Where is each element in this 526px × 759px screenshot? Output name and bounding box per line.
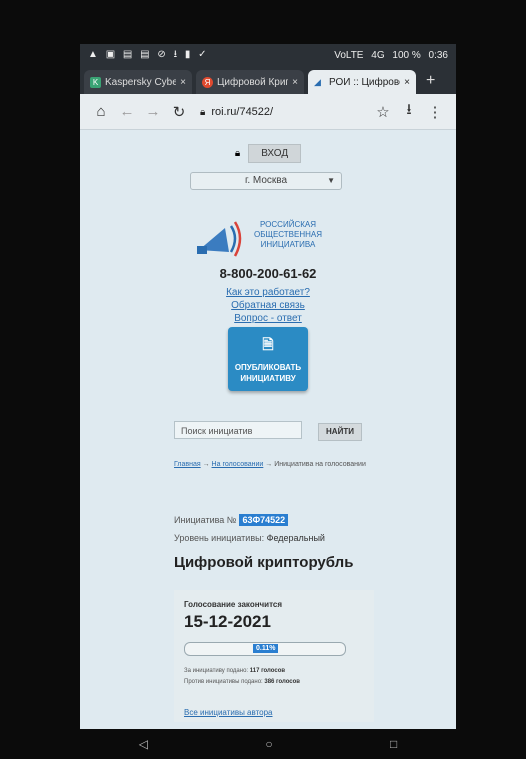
home-icon[interactable]: ⌂ — [88, 103, 114, 120]
logo-text: РОССИЙСКАЯ ОБЩЕСТВЕННАЯ ИНИЦИАТИВА — [253, 220, 323, 249]
close-icon[interactable]: × — [404, 77, 410, 88]
status-right: VoLTE 4G 100 % 0:36 — [329, 50, 448, 61]
network-label: 4G — [371, 49, 385, 61]
status-bar: ▲ ▣ ▤ ▤ ⊘ ⭳ ▮ ✓ VoLTE 4G 100 % 0:36 — [80, 44, 456, 66]
search-input[interactable]: Поиск инициатив — [174, 421, 302, 439]
phone-screen: ▲ ▣ ▤ ▤ ⊘ ⭳ ▮ ✓ VoLTE 4G 100 % 0:36 K Ka… — [80, 44, 456, 729]
notification-icon: ▮ — [184, 48, 191, 60]
votes-against: Против инициативы подано: 386 голосов — [184, 679, 300, 685]
search-button[interactable]: НАЙТИ — [318, 423, 362, 441]
publish-initiative-button[interactable]: 🗎 ОПУБЛИКОВАТЬ ИНИЦИАТИВУ — [228, 327, 308, 391]
address-bar[interactable]: 🔒︎ roi.ru/74522/ — [200, 106, 370, 118]
login-button[interactable]: ВХОД — [248, 144, 302, 163]
volte-badge: VoLTE — [334, 49, 364, 61]
forward-icon[interactable]: → — [140, 103, 166, 120]
tab-roi[interactable]: ◢ РОИ :: Цифрово × — [308, 70, 416, 94]
nav-back-icon[interactable]: ◁ — [139, 737, 148, 751]
tab-title: Kaspersky Cyber — [105, 76, 177, 88]
yandex-icon: Я — [202, 76, 213, 88]
voting-panel: Голосование закончится 15-12-2021 0.11% … — [174, 590, 374, 722]
city-value: г. Москва — [244, 175, 288, 186]
publish-label: ОПУБЛИКОВАТЬ ИНИЦИАТИВУ — [234, 363, 302, 383]
breadcrumb-voting[interactable]: На голосовании — [212, 461, 264, 468]
close-icon[interactable]: × — [292, 77, 298, 88]
kaspersky-icon: K — [90, 76, 101, 88]
votes-for: За инициативу подано: 117 голосов — [184, 668, 286, 674]
login-row: 🔒︎ ВХОД — [80, 144, 456, 163]
breadcrumb-home[interactable]: Главная — [174, 461, 201, 468]
help-links: Как это работает? Обратная связь Вопрос … — [80, 286, 456, 325]
initiative-level: Уровень инициативы: Федеральный — [174, 533, 325, 543]
notification-icon: ▲ — [88, 48, 98, 60]
city-select[interactable]: г. Москва ▼ — [190, 172, 342, 190]
browser-toolbar: ⌂ ← → ↻ 🔒︎ roi.ru/74522/ ☆ ⭳ ⋮ — [80, 94, 456, 130]
voting-ends-label: Голосование закончится — [184, 600, 283, 609]
author-initiatives-link[interactable]: Все инициативы автора — [184, 708, 273, 717]
roi-icon: ◢ — [314, 76, 321, 87]
breadcrumb-current: Инициатива на голосовании — [274, 461, 366, 468]
tab-kaspersky[interactable]: K Kaspersky Cyber × — [84, 70, 192, 94]
breadcrumb: Главная → На голосовании → Инициатива на… — [174, 461, 366, 468]
nav-recents-icon[interactable]: □ — [390, 737, 397, 751]
notification-icon: ▤ — [140, 48, 150, 60]
faq-link[interactable]: Вопрос - ответ — [80, 312, 456, 325]
bookmark-star-icon[interactable]: ☆ — [370, 103, 396, 121]
status-icons: ▲ ▣ ▤ ▤ ⊘ ⭳ ▮ ✓ — [88, 47, 212, 64]
hotline-number: 8-800-200-61-62 — [219, 266, 317, 281]
lock-icon: 🔒︎ — [200, 106, 206, 118]
download-icon[interactable]: ⭳ — [396, 99, 422, 124]
nav-home-icon[interactable]: ○ — [265, 737, 272, 751]
tab-title: РОИ :: Цифрово — [329, 76, 401, 88]
notification-icon: ⭳ — [173, 48, 178, 60]
feedback-link[interactable]: Обратная связь — [80, 299, 456, 312]
document-icon: 🗎 — [262, 336, 274, 352]
battery-label: 100 % — [392, 49, 421, 61]
tab-title: Цифровой Крип — [217, 76, 289, 88]
close-icon[interactable]: × — [180, 77, 186, 88]
new-tab-icon[interactable]: + — [426, 72, 435, 90]
how-it-works-link[interactable]: Как это работает? — [80, 286, 456, 299]
lock-icon: 🔒︎ — [234, 148, 241, 159]
tab-yandex[interactable]: Я Цифровой Крип × — [196, 70, 304, 94]
reload-icon[interactable]: ↻ — [166, 103, 192, 121]
initiative-id: 63Ф74522 — [239, 514, 289, 526]
url-text: roi.ru/74522/ — [211, 105, 274, 118]
notification-icon: ▤ — [122, 48, 133, 60]
clock: 0:36 — [428, 49, 448, 61]
menu-icon[interactable]: ⋮ — [422, 103, 448, 121]
voting-end-date: 15-12-2021 — [184, 612, 271, 631]
roi-logo[interactable]: РОССИЙСКАЯ ОБЩЕСТВЕННАЯ ИНИЦИАТИВА — [195, 216, 355, 266]
notification-icon: ⊘ — [157, 48, 166, 60]
initiative-number: Инициатива № 63Ф74522 — [174, 514, 289, 526]
android-nav-bar: ◁ ○ □ — [80, 729, 456, 759]
notification-icon: ✓ — [198, 48, 207, 60]
chevron-down-icon: ▼ — [327, 176, 335, 185]
tab-strip: K Kaspersky Cyber × Я Цифровой Крип × ◢ … — [80, 66, 456, 94]
back-icon[interactable]: ← — [114, 103, 140, 120]
page-content: 🔒︎ ВХОД г. Москва ▼ РОССИЙСКАЯ ОБЩЕСТВЕН… — [80, 130, 456, 729]
vote-progress-value: 0.11% — [253, 644, 279, 653]
notification-icon: ▣ — [105, 48, 116, 60]
vote-progress-bar: 0.11% — [184, 642, 346, 656]
page-title: Цифровой крипторубль — [174, 554, 354, 571]
megaphone-logo-icon — [197, 221, 242, 257]
